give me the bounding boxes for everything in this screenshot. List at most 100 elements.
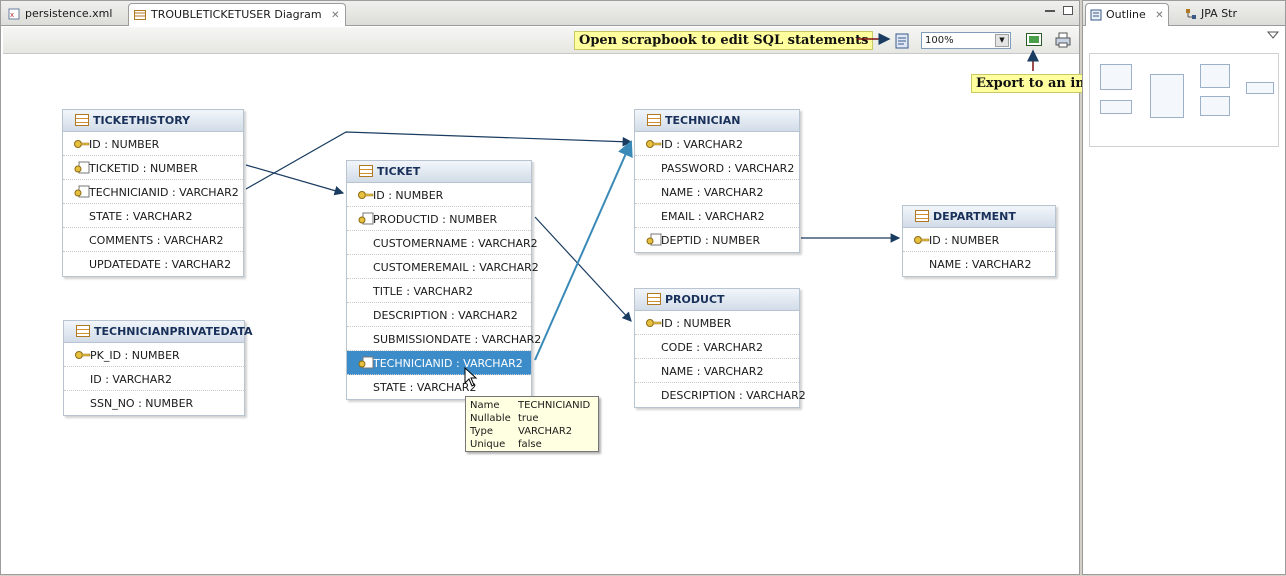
column-row[interactable]: PASSWORD : VARCHAR2 [635,156,799,180]
mouse-pointer-icon [464,367,478,387]
foreign-key-icon [358,212,374,225]
column-row[interactable]: PK_ID : NUMBER [64,343,244,367]
tab-persistence-xml[interactable]: x persistence.xml [3,3,118,26]
mini-table [1200,96,1230,116]
column-row[interactable]: SSN_NO : NUMBER [64,391,244,415]
table-technician[interactable]: TECHNICIAN ID : VARCHAR2 PASSWORD : VARC… [634,109,800,253]
mini-table [1100,100,1132,114]
tab-jpa-structure[interactable]: JPA Str [1181,3,1241,26]
column-row[interactable]: COMMENTS : VARCHAR2 [63,228,243,252]
column-row[interactable]: STATE : VARCHAR2 [63,204,243,228]
table-header[interactable]: TECHNICIAN [635,110,799,132]
print-icon[interactable] [1054,31,1072,49]
foreign-key-icon [358,356,374,369]
table-name: TECHNICIANPRIVATEDATA [94,325,253,338]
column-row[interactable]: NAME : VARCHAR2 [635,359,799,383]
table-header[interactable]: PRODUCT [635,289,799,311]
link-ticket-technician [534,140,633,361]
column-row[interactable]: CODE : VARCHAR2 [635,335,799,359]
column-row[interactable]: ID : VARCHAR2 [64,367,244,391]
tab-label: JPA Str [1201,7,1238,20]
export-image-icon[interactable] [1025,31,1043,49]
table-icon [76,325,90,337]
foreign-key-icon [74,185,90,198]
mini-table [1100,64,1132,90]
foreign-key-icon [646,233,662,246]
chevron-down-icon[interactable]: ▼ [995,34,1009,47]
table-icon [647,114,661,126]
key-icon [75,351,91,359]
table-product[interactable]: PRODUCT ID : NUMBER CODE : VARCHAR2 NAME… [634,288,806,408]
column-row[interactable]: DEPTID : NUMBER [635,228,799,252]
zoom-combo[interactable]: 100% ▼ [921,32,1011,49]
column-row[interactable]: ID : NUMBER [903,228,1055,252]
diagram-toolbar [3,27,1079,54]
tab-label: Outline [1106,8,1146,21]
column-row[interactable]: EMAIL : VARCHAR2 [635,204,799,228]
jpa-structure-icon [1186,9,1196,19]
table-icon [647,293,661,305]
column-row[interactable]: DESCRIPTION : VARCHAR2 [347,303,531,327]
column-row[interactable]: PRODUCTID : NUMBER [347,207,531,231]
table-tickethistory[interactable]: TICKETHISTORY ID : NUMBER TICKETID : NUM… [62,109,244,277]
foreign-key-icon [74,161,90,174]
table-name: DEPARTMENT [933,210,1016,223]
link-ticket-product [534,216,632,322]
column-row[interactable]: DESCRIPTION : VARCHAR2 [635,383,806,407]
view-menu-icon[interactable] [1267,31,1279,39]
close-icon[interactable]: ✕ [1155,10,1163,21]
column-row[interactable]: ID : NUMBER [63,132,243,156]
diagram-icon [134,10,146,20]
outline-preview[interactable] [1089,53,1279,147]
close-icon[interactable]: ✕ [331,10,339,21]
mini-table [1150,74,1184,118]
column-row[interactable]: ID : VARCHAR2 [635,132,799,156]
table-department[interactable]: DEPARTMENT ID : NUMBER NAME : VARCHAR2 [902,205,1056,277]
editor-tab-bar: x persistence.xml TROUBLETICKETUSER Diag… [1,1,1079,26]
table-icon [359,165,373,177]
outline-panel: Outline ✕ JPA Str [1082,0,1286,575]
link-tickethistory-ticket [245,164,345,196]
tab-outline[interactable]: Outline ✕ [1085,3,1169,26]
column-row[interactable]: ID : NUMBER [347,183,531,207]
key-icon [646,140,662,148]
diagram-editor: x persistence.xml TROUBLETICKETUSER Diag… [0,0,1120,575]
table-name: TICKETHISTORY [93,114,191,127]
column-row-selected[interactable]: TECHNICIANID : VARCHAR2 [347,351,531,375]
column-row[interactable]: TITLE : VARCHAR2 [347,279,531,303]
table-ticket[interactable]: TICKET ID : NUMBER PRODUCTID : NUMBER CU… [346,160,541,400]
column-row[interactable]: NAME : VARCHAR2 [903,252,1055,276]
column-row[interactable]: CUSTOMEREMAIL : VARCHAR2 [347,255,539,279]
table-header[interactable]: TECHNICIANPRIVATEDATA [64,321,253,343]
key-icon [358,191,374,199]
column-row[interactable]: ID : NUMBER [635,311,799,335]
column-row[interactable]: CUSTOMERNAME : VARCHAR2 [347,231,538,255]
column-row[interactable]: TECHNICIANID : VARCHAR2 [63,180,243,204]
column-row[interactable]: SUBMISSIONDATE : VARCHAR2 [347,327,541,351]
table-technicianprivatedata[interactable]: TECHNICIANPRIVATEDATA PK_ID : NUMBER ID … [63,320,253,416]
table-header[interactable]: DEPARTMENT [903,206,1055,228]
table-header[interactable]: TICKETHISTORY [63,110,243,132]
minimize-icon[interactable] [1045,10,1055,12]
table-name: PRODUCT [665,293,725,306]
table-icon [75,114,89,126]
column-row[interactable]: UPDATEDATE : VARCHAR2 [63,252,243,276]
tab-label: TROUBLETICKETUSER Diagram [151,8,322,21]
maximize-icon[interactable] [1063,6,1073,15]
outline-icon [1090,9,1102,21]
scrapbook-callout: Open scrapbook to edit SQL statements [574,31,874,50]
zoom-value: 100% [925,35,954,46]
column-row[interactable]: NAME : VARCHAR2 [635,180,799,204]
scrapbook-icon[interactable] [893,32,911,50]
mini-table [1246,82,1274,94]
table-icon [915,210,929,222]
key-icon [914,236,930,244]
table-header[interactable]: TICKET [347,161,531,183]
table-name: TECHNICIAN [665,114,741,127]
xml-file-icon: x [8,8,20,20]
column-row[interactable]: TICKETID : NUMBER [63,156,243,180]
tab-diagram[interactable]: TROUBLETICKETUSER Diagram ✕ [128,3,347,26]
column-tooltip: Name TECHNICIANID Nullable true Type VARCHA… [465,396,599,452]
svg-text:x: x [10,11,14,19]
table-name: TICKET [377,165,421,178]
